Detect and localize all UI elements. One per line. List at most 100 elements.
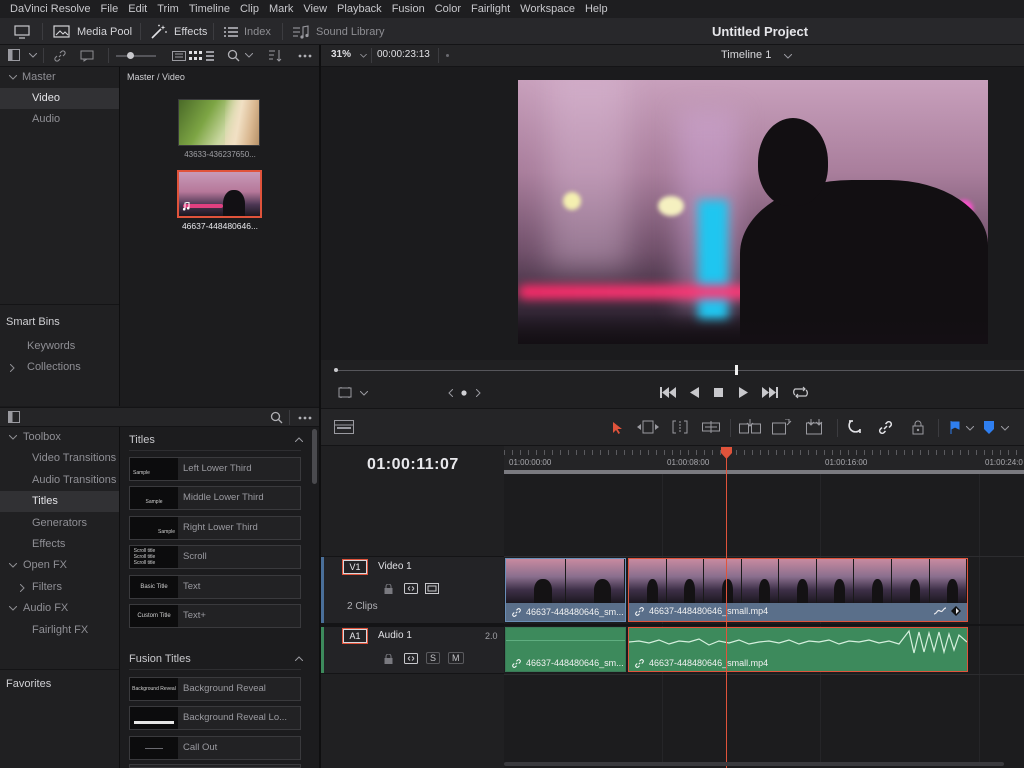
strip-view-icon[interactable] — [206, 51, 214, 61]
comment-icon[interactable] — [80, 50, 94, 62]
sort-icon[interactable] — [268, 49, 282, 62]
skip-to-start-icon[interactable] — [660, 387, 676, 398]
skip-to-end-icon[interactable] — [762, 387, 778, 398]
clip-thumbnail-selected[interactable] — [177, 170, 262, 218]
flag-icon[interactable] — [950, 421, 960, 434]
audio-track-name[interactable]: Audio 1 — [378, 630, 412, 641]
title-scroll[interactable]: Scroll title Scroll title Scroll title S… — [129, 545, 301, 569]
menu-color[interactable]: Color — [431, 3, 467, 15]
audio-clip[interactable]: 46637-448480646_sm... — [505, 627, 626, 672]
timeline-view-options-icon[interactable] — [334, 420, 354, 434]
zoom-level[interactable]: 31% — [331, 49, 351, 60]
scrollbar[interactable] — [312, 429, 317, 484]
grid-view-icon[interactable] — [189, 51, 203, 61]
chevron-up-icon[interactable] — [295, 656, 303, 661]
chevron-down-icon[interactable] — [9, 606, 17, 611]
play-icon[interactable] — [739, 387, 748, 398]
menu-help[interactable]: Help — [581, 3, 614, 15]
timeline-scrollbar[interactable] — [504, 762, 1004, 766]
tree-toolbox[interactable]: Toolbox — [0, 427, 119, 448]
menu-mark[interactable]: Mark — [265, 3, 299, 15]
insert-clip-icon[interactable] — [739, 419, 761, 435]
safe-area-icon[interactable] — [338, 387, 352, 398]
bin-video[interactable]: Video — [0, 88, 119, 109]
auto-select-icon[interactable] — [404, 583, 418, 594]
video-track-header[interactable]: V1 Video 1 2 Clips — [321, 557, 504, 623]
tree-audio-fx[interactable]: Audio FX — [0, 598, 119, 619]
position-lock-icon[interactable] — [912, 420, 924, 435]
keyframe-icon[interactable] — [951, 606, 961, 616]
video-track-name[interactable]: Video 1 — [378, 561, 412, 572]
track-id-v1[interactable]: V1 — [342, 559, 368, 575]
chevron-down-icon[interactable] — [245, 53, 253, 58]
timeline-zoom-bar[interactable] — [504, 470, 1024, 474]
menu-file[interactable]: File — [97, 3, 125, 15]
title-text[interactable]: Basic Title Text — [129, 575, 301, 599]
menu-playback[interactable]: Playback — [333, 3, 388, 15]
more-options-icon[interactable] — [298, 416, 312, 420]
tree-fairlight-fx[interactable]: Fairlight FX — [0, 620, 119, 641]
menu-fairlight[interactable]: Fairlight — [467, 3, 516, 15]
chevron-down-icon[interactable] — [9, 563, 17, 568]
menu-clip[interactable]: Clip — [236, 3, 265, 15]
chevron-down-icon[interactable] — [360, 391, 368, 396]
timeline-selector[interactable]: Timeline 1 — [721, 49, 771, 61]
fusion-call-out[interactable]: Call Out — [129, 736, 301, 760]
chevron-down-icon[interactable] — [966, 426, 974, 431]
snapping-icon[interactable] — [848, 420, 862, 435]
auto-select-icon[interactable] — [404, 653, 418, 664]
film-strip-icon[interactable] — [425, 583, 439, 594]
bin-master[interactable]: Master — [0, 67, 119, 88]
bin-audio[interactable]: Audio — [0, 109, 119, 130]
playhead-handle[interactable] — [721, 447, 732, 459]
audio-clip-selected[interactable]: 46637-448480646_small.mp4 — [628, 627, 968, 672]
mute-button[interactable]: M — [448, 652, 464, 664]
menu-view[interactable]: View — [299, 3, 333, 15]
overwrite-clip-icon[interactable] — [772, 419, 792, 435]
trim-tool-icon[interactable] — [637, 420, 659, 434]
stop-icon[interactable] — [714, 388, 723, 397]
tree-generators[interactable]: Generators — [0, 513, 119, 534]
fusion-background-reveal-lower[interactable]: Background Reveal Lo... — [129, 706, 301, 730]
lock-icon[interactable] — [384, 654, 393, 664]
loop-icon[interactable] — [792, 386, 809, 399]
more-options-icon[interactable] — [298, 54, 312, 58]
link-icon[interactable] — [54, 50, 66, 62]
chevron-down-icon[interactable] — [1001, 426, 1009, 431]
curve-icon[interactable] — [933, 607, 947, 616]
blade-tool-icon[interactable] — [702, 421, 720, 433]
dot-icon[interactable] — [461, 390, 467, 396]
timeline-ruler[interactable] — [504, 446, 1024, 474]
tree-audio-transitions[interactable]: Audio Transitions — [0, 470, 119, 491]
slider-handle[interactable] — [127, 52, 134, 59]
effects-button[interactable]: Effects — [150, 18, 207, 45]
smart-bin-keywords[interactable]: Keywords — [0, 336, 119, 357]
title-middle-lower-third[interactable]: Sample Middle Lower Third — [129, 486, 301, 510]
scrub-bar[interactable] — [335, 370, 1024, 371]
play-reverse-icon[interactable] — [690, 387, 699, 398]
search-icon[interactable] — [270, 411, 283, 424]
menu-timeline[interactable]: Timeline — [185, 3, 236, 15]
chevron-right-icon[interactable] — [476, 389, 481, 397]
clip-thumbnail[interactable] — [178, 99, 260, 146]
chevron-down-icon[interactable] — [9, 75, 17, 80]
video-clip[interactable]: 46637-448480646_sm... — [505, 558, 626, 622]
menu-workspace[interactable]: Workspace — [516, 3, 581, 15]
title-left-lower-third[interactable]: Sample Left Lower Third — [129, 457, 301, 481]
chevron-right-icon[interactable] — [10, 364, 15, 372]
chevron-down-icon[interactable] — [360, 54, 367, 58]
chevron-down-icon[interactable] — [784, 54, 792, 59]
selection-arrow-icon[interactable] — [612, 421, 623, 435]
tree-titles[interactable]: Titles — [0, 491, 119, 512]
chevron-left-icon[interactable] — [448, 389, 453, 397]
scrub-playhead[interactable] — [735, 365, 738, 375]
panel-toggle-icon[interactable] — [8, 411, 20, 423]
menu-app[interactable]: DaVinci Resolve — [6, 3, 97, 15]
linked-selection-icon[interactable] — [878, 420, 893, 435]
workspace-layout-button[interactable] — [14, 18, 30, 45]
title-text-plus[interactable]: Custom Title Text+ — [129, 604, 301, 628]
smart-bin-collections[interactable]: Collections — [0, 357, 119, 378]
thumbnail-size-slider[interactable] — [116, 55, 156, 57]
title-right-lower-third[interactable]: Sample Right Lower Third — [129, 516, 301, 540]
fusion-background-reveal[interactable]: Background Reveal Background Reveal — [129, 677, 301, 701]
